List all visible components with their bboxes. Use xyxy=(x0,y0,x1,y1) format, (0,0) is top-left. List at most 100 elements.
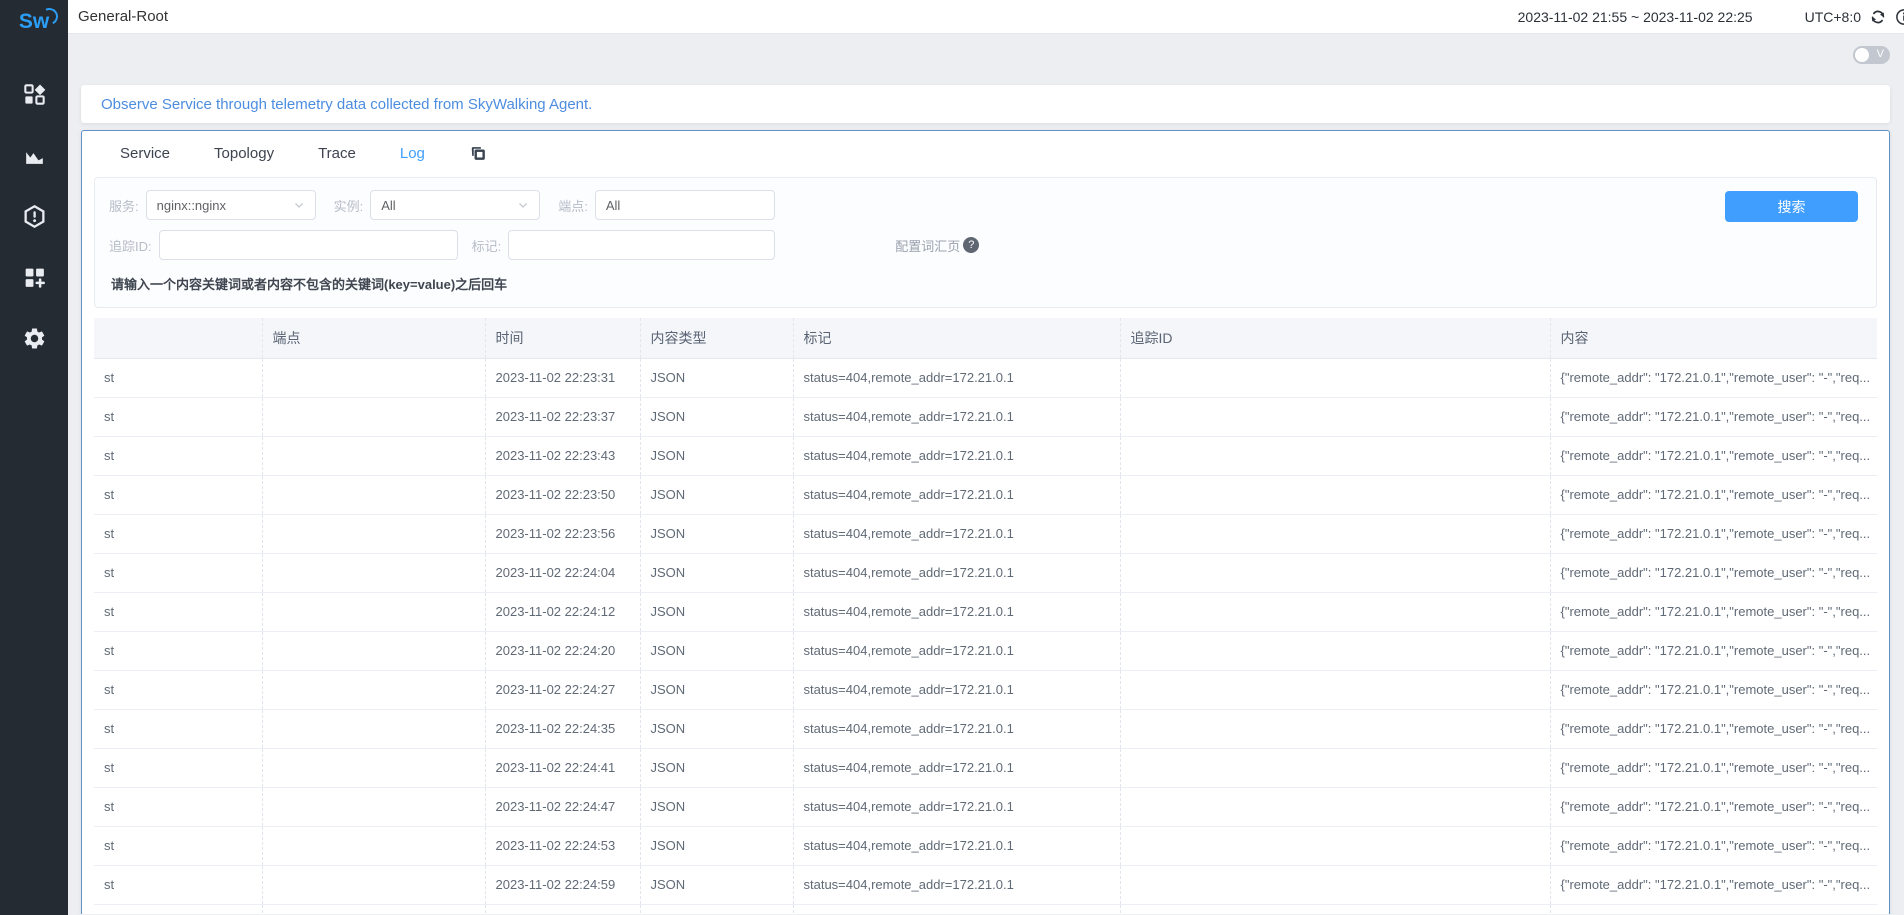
widgets-plus-icon xyxy=(22,265,47,290)
table-row[interactable]: st2023-11-02 22:24:27JSONstatus=404,remo… xyxy=(94,670,1877,709)
log-table-container: 端点 时间 内容类型 标记 追踪ID 内容 st2023-11-02 22:23… xyxy=(94,318,1877,914)
tab-trace[interactable]: Trace xyxy=(318,145,356,162)
sidebar-item-alerting[interactable] xyxy=(14,196,54,236)
cell-tags: status=404,remote_addr=172.21.0.1 xyxy=(793,709,1120,748)
cell-content: {"remote_addr": "172.21.0.1","remote_use… xyxy=(1550,397,1877,436)
cell-trace-id xyxy=(1120,475,1550,514)
cell-content: {"remote_addr": "172.21.0.1","remote_use… xyxy=(1550,436,1877,475)
time-range-picker[interactable]: 2023-11-02 21:55 ~ 2023-11-02 22:25 xyxy=(1518,9,1753,25)
cell-content-type: JSON xyxy=(640,397,793,436)
service-select-value: nginx::nginx xyxy=(157,198,226,213)
table-row[interactable]: st2023-11-02 22:23:50JSONstatus=404,remo… xyxy=(94,475,1877,514)
hexagon-alert-icon xyxy=(22,204,47,229)
cell-content-type: JSON xyxy=(640,553,793,592)
version-toggle[interactable]: V xyxy=(1853,46,1890,64)
cell-tags: status=404,remote_addr=172.21.0.1 xyxy=(793,748,1120,787)
cell-service: st xyxy=(94,904,262,914)
cell-service: st xyxy=(94,397,262,436)
cell-tags: status=404,remote_addr=172.21.0.1 xyxy=(793,397,1120,436)
table-row[interactable]: st 2023-11-02 22:23:37JSONstatus=404,remo… xyxy=(94,397,1877,436)
instance-select-value: All xyxy=(381,198,395,213)
table-row[interactable]: st2023-11-02 22:23:56JSONstatus=404,remo… xyxy=(94,514,1877,553)
cell-content-type: JSON xyxy=(640,436,793,475)
cell-service: st xyxy=(94,787,262,826)
chevron-down-icon xyxy=(517,199,529,211)
cell-time: 2023-11-02 22:23:50 xyxy=(485,475,640,514)
table-row[interactable]: st2023-11-02 22:24:47JSONstatus=404,remo… xyxy=(94,787,1877,826)
sidebar-item-settings[interactable] xyxy=(14,318,54,358)
service-select[interactable]: nginx::nginx xyxy=(146,190,316,220)
cell-content: {"remote_addr": "172.21.0.1","remote_use… xyxy=(1550,475,1877,514)
table-header-row: 端点 时间 内容类型 标记 追踪ID 内容 xyxy=(94,318,1877,358)
instance-select[interactable]: All xyxy=(370,190,540,220)
col-header-endpoint: 端点 xyxy=(262,318,485,358)
info-icon[interactable] xyxy=(1895,8,1904,26)
tab-topology[interactable]: Topology xyxy=(214,145,274,162)
cell-endpoint xyxy=(262,358,485,397)
cell-service: st xyxy=(94,631,262,670)
config-vocabulary-link[interactable]: 配置词汇页 ? xyxy=(895,236,979,255)
tags-input[interactable] xyxy=(508,230,775,260)
table-row[interactable]: st2023-11-02 22:24:53JSONstatus=404,remo… xyxy=(94,826,1877,865)
sidebar-item-dashboards[interactable] xyxy=(14,74,54,114)
cell-trace-id xyxy=(1120,865,1550,904)
banner-widget: Observe Service through telemetry data c… xyxy=(81,85,1890,123)
page-title: General-Root xyxy=(78,8,168,25)
skywalking-logo[interactable]: Sw xyxy=(19,10,49,50)
cell-endpoint xyxy=(262,787,485,826)
cell-content-type: JSON xyxy=(640,358,793,397)
col-header-time: 时间 xyxy=(485,318,640,358)
cell-content: {"remote_addr": "172.21.0.1","remote_use… xyxy=(1550,553,1877,592)
tab-log[interactable]: Log xyxy=(400,145,425,162)
cell-content-type: JSON xyxy=(640,670,793,709)
log-table: 端点 时间 内容类型 标记 追踪ID 内容 st2023-11-02 22:23… xyxy=(94,318,1877,914)
tags-label: 标记: xyxy=(472,236,502,255)
endpoint-input[interactable]: All xyxy=(595,190,775,220)
table-row[interactable]: st2023-11-02 22:24:59JSONstatus=404,remo… xyxy=(94,865,1877,904)
log-widget: Service Topology Trace Log xyxy=(81,130,1890,914)
cell-tags: status=404,remote_addr=172.21.0.1 xyxy=(793,514,1120,553)
col-header-trace-id: 追踪ID xyxy=(1120,318,1550,358)
sidebar-item-metrics[interactable] xyxy=(14,135,54,175)
filter-row-1: 服务: nginx::nginx 实例: All xyxy=(109,190,1725,220)
cell-tags: status=404,remote_addr=172.21.0.1 xyxy=(793,631,1120,670)
refresh-icon[interactable] xyxy=(1869,8,1887,26)
cell-endpoint xyxy=(262,592,485,631)
topbar: General-Root 2023-11-02 21:55 ~ 2023-11-… xyxy=(68,0,1904,34)
chevron-down-icon xyxy=(293,199,305,211)
trace-id-input[interactable] xyxy=(159,230,458,260)
cell-time: 2023-11-02 22:23:37 xyxy=(485,397,640,436)
cell-content-type: JSON xyxy=(640,592,793,631)
tab-service[interactable]: Service xyxy=(120,145,170,162)
cell-trace-id xyxy=(1120,514,1550,553)
cell-content-type: JSON xyxy=(640,514,793,553)
table-row[interactable]: st2023-11-02 22:25:05JSONstatus=404,remo… xyxy=(94,904,1877,914)
cell-tags: status=404,remote_addr=172.21.0.1 xyxy=(793,592,1120,631)
copy-tab-button[interactable] xyxy=(469,144,488,163)
help-question-icon[interactable]: ? xyxy=(963,237,979,253)
cell-content: {"remote_addr": "172.21.0.1","remote_use… xyxy=(1550,748,1877,787)
search-button[interactable]: 搜索 xyxy=(1725,191,1858,222)
endpoint-label: 端点: xyxy=(558,196,588,215)
cell-endpoint xyxy=(262,904,485,914)
cell-content-type: JSON xyxy=(640,787,793,826)
table-row[interactable]: st2023-11-02 22:23:43JSONstatus=404,remo… xyxy=(94,436,1877,475)
cell-time: 2023-11-02 22:24:35 xyxy=(485,709,640,748)
cell-endpoint xyxy=(262,514,485,553)
cell-time: 2023-11-02 22:24:04 xyxy=(485,553,640,592)
cell-service: st xyxy=(94,748,262,787)
table-row[interactable]: st2023-11-02 22:23:31JSONstatus=404,remo… xyxy=(94,358,1877,397)
sidebar-item-marketplace[interactable] xyxy=(14,257,54,297)
table-row[interactable]: st2023-11-02 22:24:41JSONstatus=404,remo… xyxy=(94,748,1877,787)
timezone-label[interactable]: UTC+8:0 xyxy=(1805,9,1861,25)
table-row[interactable]: st2023-11-02 22:24:12JSONstatus=404,remo… xyxy=(94,592,1877,631)
tab-bar: Service Topology Trace Log xyxy=(82,131,1889,175)
cell-service: st xyxy=(94,865,262,904)
table-row[interactable]: st2023-11-02 22:24:04JSONstatus=404,remo… xyxy=(94,553,1877,592)
table-row[interactable]: st2023-11-02 22:24:35JSONstatus=404,remo… xyxy=(94,709,1877,748)
cell-content: {"remote_addr": "172.21.0.1","remote_use… xyxy=(1550,709,1877,748)
cell-endpoint xyxy=(262,865,485,904)
cell-tags: status=404,remote_addr=172.21.0.1 xyxy=(793,358,1120,397)
table-row[interactable]: st2023-11-02 22:24:20JSONstatus=404,remo… xyxy=(94,631,1877,670)
cell-service: st xyxy=(94,514,262,553)
